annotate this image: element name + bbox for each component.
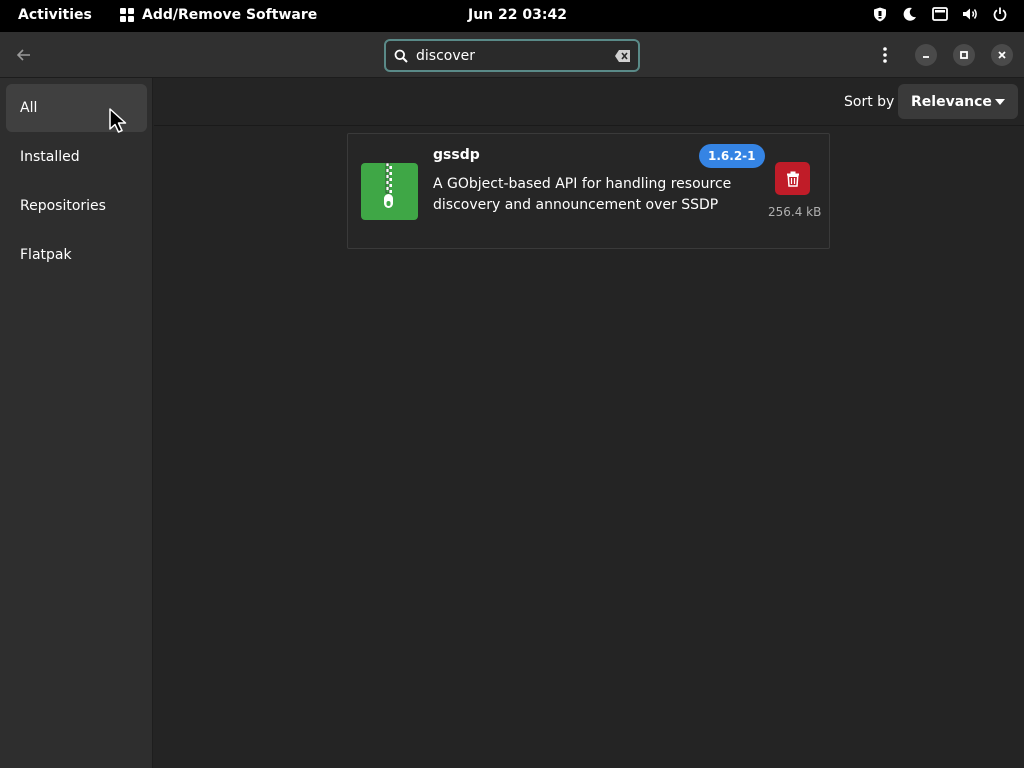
sidebar-item-label: Repositories: [20, 198, 106, 214]
minimize-button[interactable]: [915, 44, 937, 66]
sort-bar: Sort by Relevance: [154, 78, 1024, 126]
package-description: A GObject-based API for handling resourc…: [433, 176, 732, 213]
clear-search-icon[interactable]: [614, 48, 632, 64]
package-size: 256.4 kB: [768, 205, 822, 219]
maximize-button[interactable]: [953, 44, 975, 66]
kebab-menu-icon: [883, 47, 887, 63]
maximize-icon: [960, 51, 968, 59]
mouse-pointer-icon: [109, 108, 127, 133]
clock[interactable]: Jun 22 03:42: [468, 7, 567, 23]
sidebar-item-label: Flatpak: [20, 247, 72, 263]
arrow-left-icon: [17, 49, 30, 61]
top-bar: Activities Add/Remove Software Jun 22 03…: [0, 0, 1024, 32]
close-button[interactable]: [991, 44, 1013, 66]
chevron-down-icon: [995, 99, 1005, 105]
header-bar: [0, 32, 1024, 78]
back-button[interactable]: [8, 39, 40, 71]
night-light-icon[interactable]: [902, 6, 918, 22]
search-input[interactable]: [416, 43, 606, 68]
sidebar-item-label: All: [20, 100, 38, 116]
sidebar: All Installed Repositories Flatpak: [0, 78, 153, 768]
sidebar-item-label: Installed: [20, 149, 80, 165]
app-window: All Installed Repositories Flatpak Sort …: [0, 32, 1024, 768]
power-icon[interactable]: [992, 6, 1008, 22]
search-box[interactable]: [384, 39, 640, 72]
main-content: Sort by Relevance gssdp 1.6.2-1 A GObjec…: [154, 78, 1024, 768]
sidebar-item-installed[interactable]: Installed: [6, 133, 147, 181]
sort-dropdown[interactable]: Relevance: [898, 84, 1018, 119]
package-card[interactable]: gssdp 1.6.2-1 A GObject-based API for ha…: [347, 133, 830, 249]
volume-icon[interactable]: [962, 6, 978, 22]
app-menu[interactable]: Add/Remove Software: [120, 7, 317, 23]
search-icon: [394, 48, 410, 64]
sidebar-item-repositories[interactable]: Repositories: [6, 182, 147, 230]
activities-button[interactable]: Activities: [18, 7, 92, 23]
main-menu-button[interactable]: [871, 41, 899, 69]
package-name: gssdp: [433, 147, 480, 163]
version-badge: 1.6.2-1: [699, 144, 765, 168]
package-archive-icon: [361, 163, 418, 220]
shield-icon[interactable]: [872, 6, 888, 22]
app-menu-label: Add/Remove Software: [142, 7, 318, 23]
sort-value: Relevance: [911, 93, 992, 110]
minimize-icon: [923, 56, 929, 58]
sidebar-item-flatpak[interactable]: Flatpak: [6, 231, 147, 279]
sort-label: Sort by: [844, 94, 895, 110]
display-icon[interactable]: [932, 6, 948, 22]
trash-icon: [786, 171, 799, 187]
app-grid-icon: [120, 8, 134, 22]
close-icon: [998, 51, 1006, 59]
remove-button[interactable]: [775, 162, 810, 195]
system-tray[interactable]: [872, 6, 1008, 22]
